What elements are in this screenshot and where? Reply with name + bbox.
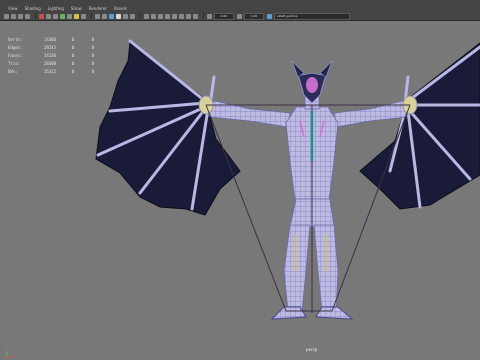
grid-icon[interactable]: [39, 13, 44, 19]
xray-joints-icon[interactable]: [158, 13, 163, 19]
menu-show[interactable]: Show: [71, 6, 82, 11]
menu-renderer[interactable]: Renderer: [89, 6, 107, 11]
exposure-icon[interactable]: [207, 13, 212, 19]
hud-value: 0: [91, 61, 94, 66]
hud-row-uvs: UVs: 15322 0 0: [8, 68, 94, 76]
gate-mask-icon[interactable]: [60, 13, 65, 19]
face: [306, 77, 318, 93]
toolbar-divider: [35, 13, 36, 19]
safe-title-icon[interactable]: [81, 13, 86, 19]
ambient-occlusion-icon[interactable]: [172, 13, 177, 19]
hud-value: 14136: [43, 53, 56, 58]
hud-label: Edges:: [8, 45, 23, 50]
select-camera-icon[interactable]: [4, 13, 9, 19]
toolbar-divider: [140, 13, 141, 19]
hud-value: 28300: [43, 61, 56, 66]
hud-value: 15322: [43, 69, 56, 74]
hud-value: 0: [91, 45, 94, 50]
film-gate-icon[interactable]: [46, 13, 51, 19]
gamma-icon[interactable]: [237, 13, 242, 19]
resolution-gate-icon[interactable]: [53, 13, 58, 19]
viewport-persp[interactable]: Verts: 14366 0 0 Edges: 29245 0 0 Faces:…: [0, 21, 480, 360]
hud-value: 0: [71, 37, 74, 42]
hud-value: 0: [91, 53, 94, 58]
right-foot: [315, 306, 354, 320]
motion-blur-icon[interactable]: [179, 13, 184, 19]
panel-toolbar: 0.00 1.00 sRGB gamma: [0, 12, 480, 21]
left-leg: [283, 224, 311, 314]
xray-icon[interactable]: [151, 13, 156, 19]
hud-value: 0: [91, 69, 94, 74]
left-foot: [270, 306, 307, 320]
menu-lighting[interactable]: Lighting: [48, 6, 64, 11]
camera-attributes-icon[interactable]: [11, 13, 16, 19]
backface-culling-icon[interactable]: [165, 13, 170, 19]
smooth-shade-icon[interactable]: [102, 13, 107, 19]
multisample-icon[interactable]: [186, 13, 191, 19]
wireframe-icon[interactable]: [95, 13, 100, 19]
toolbar-divider: [91, 13, 92, 19]
depth-of-field-icon[interactable]: [193, 13, 198, 19]
menu-panels[interactable]: Panels: [114, 6, 127, 11]
shadows-icon[interactable]: [130, 13, 135, 19]
wireframe-on-shaded-icon[interactable]: [109, 13, 114, 19]
bookmark-icon[interactable]: [18, 13, 23, 19]
menu-shading[interactable]: Shading: [25, 6, 41, 11]
hud-row-faces: Faces: 14136 0 0: [8, 52, 94, 60]
hud-label: Faces:: [8, 53, 23, 58]
left-wing-membrane: [95, 42, 241, 216]
hud-value: 29245: [43, 45, 56, 50]
hud-row-verts: Verts: 14366 0 0: [8, 36, 94, 44]
toolbar-divider: [203, 13, 204, 19]
menu-view[interactable]: View: [8, 6, 18, 11]
hud-label: Verts:: [8, 37, 23, 42]
use-lights-icon[interactable]: [123, 13, 128, 19]
right-wing-membrane: [359, 42, 480, 210]
camera-name-label: persp: [306, 347, 318, 352]
isolate-select-icon[interactable]: [144, 13, 149, 19]
hud-value: 0: [71, 61, 74, 66]
hud-value: 0: [71, 69, 74, 74]
hud-label: Tris:: [8, 61, 21, 66]
color-management-icon[interactable]: [267, 13, 272, 19]
panel-menu-bar: View Shading Lighting Show Renderer Pane…: [0, 4, 480, 12]
safe-action-icon[interactable]: [74, 13, 79, 19]
hud-label: UVs:: [8, 69, 18, 74]
field-chart-icon[interactable]: [67, 13, 72, 19]
hud-value: 0: [71, 45, 74, 50]
view-transform-dropdown[interactable]: sRGB gamma: [274, 12, 350, 20]
image-plane-icon[interactable]: [25, 13, 30, 19]
hud-value: 14366: [43, 37, 56, 42]
view-axis-icon: [6, 351, 13, 358]
poly-count-hud: Verts: 14366 0 0 Edges: 29245 0 0 Faces:…: [8, 36, 94, 76]
hud-value: 0: [91, 37, 94, 42]
maya-app: View Shading Lighting Show Renderer Pane…: [0, 0, 480, 360]
hud-row-tris: Tris: 28300 0 0: [8, 60, 94, 68]
hud-row-edges: Edges: 29245 0 0: [8, 44, 94, 52]
textured-icon[interactable]: [116, 13, 121, 19]
exposure-field[interactable]: 0.00: [214, 12, 234, 20]
gamma-field[interactable]: 1.00: [244, 12, 264, 20]
hud-value: 0: [71, 53, 74, 58]
